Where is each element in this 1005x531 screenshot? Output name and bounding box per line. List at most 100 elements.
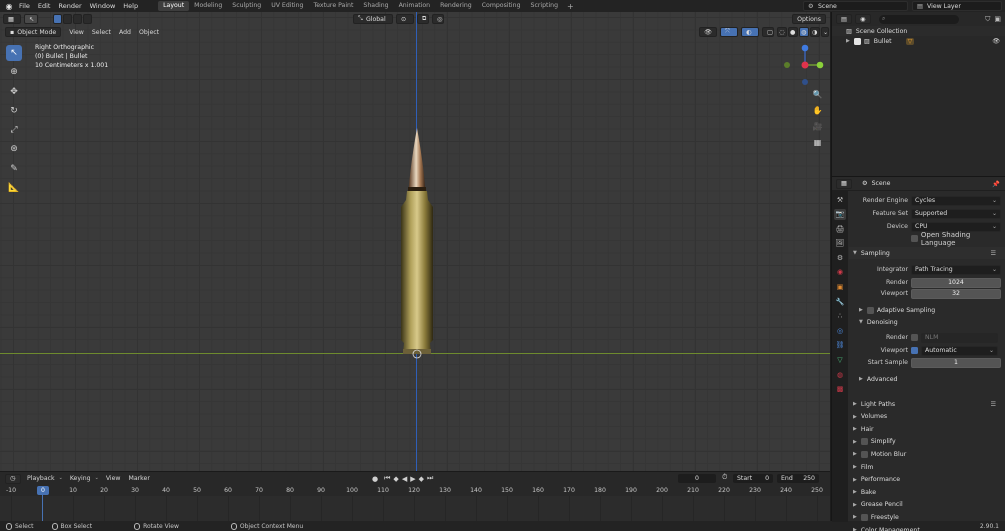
tab-rendering[interactable]: Rendering [435, 1, 477, 11]
osl-checkbox[interactable] [911, 235, 918, 242]
menu-render[interactable]: Render [54, 2, 85, 10]
filter-icon[interactable]: ⛉ [985, 15, 990, 24]
start-sample-field[interactable]: 1 [911, 357, 1001, 368]
outliner-search-input[interactable]: ⌕ [879, 14, 959, 24]
view-layer-tab-icon[interactable]: 🖼 [834, 238, 846, 249]
physics-tab-icon[interactable]: ◎ [834, 325, 846, 336]
presets-list-icon[interactable]: ☰ [990, 250, 996, 257]
tab-layout[interactable]: Layout [158, 1, 190, 11]
pan-hand-icon[interactable]: ✋ [811, 104, 824, 117]
transform-orientation-dropdown[interactable]: ⤡ Global [353, 14, 393, 24]
panel-header-bake[interactable]: ▶ Bake [849, 486, 1005, 498]
playhead-line[interactable] [42, 495, 43, 521]
xray-toggle-icon[interactable]: ▢ [762, 27, 774, 37]
shading-solid-icon[interactable]: ● [788, 27, 798, 37]
preview-range-icon[interactable]: ⏱ [722, 473, 727, 482]
panel-header-volumes[interactable]: ▶ Volumes [849, 411, 1005, 423]
menu-file[interactable]: File [15, 2, 34, 10]
panel-header-color-management[interactable]: ▶ Color Management [849, 524, 1005, 531]
advanced-header[interactable]: ▶ Advanced [849, 373, 1005, 385]
current-frame-field[interactable]: 0 [678, 474, 716, 483]
overlay-toggle-icon[interactable]: ◐ [741, 27, 759, 37]
properties-editor-type-button[interactable]: ▦ [836, 178, 852, 189]
rotate-tool-icon[interactable]: ↻ [6, 103, 22, 119]
include-checkbox[interactable] [853, 37, 861, 45]
viewport-menu-select[interactable]: Select [88, 29, 115, 36]
object-tab-icon[interactable]: ▣ [834, 282, 846, 293]
panel-header-simplify[interactable]: ▶ Simplify [849, 436, 1005, 448]
select-mode-button[interactable]: ↖ [24, 14, 38, 24]
playhead-frame-badge[interactable]: 0 [37, 486, 49, 495]
tab-modeling[interactable]: Modeling [189, 1, 227, 11]
select-box-mode-icon[interactable] [53, 14, 62, 24]
bullet-model[interactable] [398, 125, 436, 360]
annotate-tool-icon[interactable]: ✎ [6, 161, 22, 177]
select-extend-mode-icon[interactable] [63, 14, 72, 24]
viewport-samples-field[interactable]: 32 [911, 288, 1001, 299]
denoise-viewport-checkbox[interactable] [911, 347, 918, 354]
scene-selector[interactable]: ⚙ Scene [803, 1, 908, 11]
timeline-ruler[interactable]: -10 0 10 20 30 40 50 60 70 80 90 100 110 120 130 140 150… [0, 486, 830, 496]
integrator-dropdown[interactable]: Path Tracing ⌄ [911, 264, 1001, 275]
shading-material-icon[interactable]: ◍ [799, 27, 809, 37]
timeline-menu-marker[interactable]: Marker [125, 475, 154, 482]
expand-arrow-icon[interactable]: ▶ [846, 38, 850, 44]
outliner-editor-type-button[interactable]: ▤ [836, 14, 852, 24]
denoise-viewport-dropdown[interactable]: Automatic ⌄ [921, 345, 998, 356]
osl-row[interactable]: Open Shading Language [849, 231, 1005, 247]
tab-compositing[interactable]: Compositing [477, 1, 526, 11]
timeline-menu-keying[interactable]: Keying [66, 475, 95, 482]
snap-toggle-icon[interactable]: ⧉ [417, 14, 429, 24]
menu-window[interactable]: Window [86, 2, 120, 10]
render-tab-icon[interactable]: 📷 [834, 208, 846, 220]
panel-header-freestyle[interactable]: ▶ Freestyle [849, 511, 1005, 523]
viewport-menu-view[interactable]: View [65, 29, 88, 36]
panel-enable-checkbox[interactable] [860, 513, 868, 521]
panel-header-light-paths[interactable]: ▶ Light Paths ☰ [849, 398, 1005, 410]
select-invert-mode-icon[interactable] [83, 14, 92, 24]
world-tab-icon[interactable]: ◉ [834, 267, 846, 278]
outliner-display-mode-button[interactable]: ◉ [855, 14, 871, 24]
outliner-row-scene-collection[interactable]: ▨ Scene Collection [832, 26, 1005, 36]
viewport-menu-add[interactable]: Add [115, 29, 135, 36]
shading-options-icon[interactable]: ⌄ [821, 27, 829, 37]
adaptive-sampling-checkbox[interactable] [866, 306, 874, 314]
shading-rendered-icon[interactable]: ◑ [810, 27, 820, 37]
denoising-header[interactable]: ▼ Denoising [849, 316, 1005, 328]
tab-texture-paint[interactable]: Texture Paint [308, 1, 358, 11]
move-tool-icon[interactable]: ✥ [6, 84, 22, 100]
prev-keyframe-icon[interactable]: ◆ [393, 475, 398, 483]
render-engine-dropdown[interactable]: Cycles ⌄ [911, 195, 1001, 206]
zoom-icon[interactable]: 🔍 [811, 88, 824, 101]
pin-icon[interactable]: 📌 [992, 180, 1000, 188]
modifier-tab-icon[interactable]: 🔧 [834, 296, 846, 307]
pivot-point-dropdown[interactable]: ⊙ [396, 14, 414, 24]
feature-set-dropdown[interactable]: Supported ⌄ [911, 208, 1001, 219]
denoise-render-dropdown[interactable]: NLM [921, 332, 998, 343]
constraints-tab-icon[interactable]: ⛓ [834, 340, 846, 351]
editor-type-button[interactable]: ▦ [3, 14, 21, 24]
particles-tab-icon[interactable]: ∴ [834, 311, 846, 322]
tab-sculpting[interactable]: Sculpting [227, 1, 266, 11]
jump-end-icon[interactable]: ⏭ [427, 474, 433, 483]
scene-tab-icon[interactable]: ⚙ [834, 252, 846, 263]
end-frame-field[interactable]: End 250 [777, 474, 819, 483]
next-keyframe-icon[interactable]: ◆ [419, 475, 424, 483]
material-tab-icon[interactable]: ◍ [834, 369, 846, 380]
data-tab-icon[interactable]: ▽ [834, 355, 846, 366]
cursor-tool-icon[interactable]: ⊕ [6, 64, 22, 80]
outliner-row-bullet[interactable]: ▶ ▨ Bullet ▽ 👁 [832, 36, 1005, 46]
tab-animation[interactable]: Animation [394, 1, 436, 11]
jump-start-icon[interactable]: ⏮ [384, 474, 390, 483]
menu-help[interactable]: Help [119, 2, 142, 10]
sampling-panel-header[interactable]: ▼ Sampling ☰ [849, 247, 1005, 259]
panel-header-hair[interactable]: ▶ Hair [849, 423, 1005, 435]
play-icon[interactable]: ▶ [410, 475, 415, 483]
gizmo-toggle-icon[interactable]: ⤧ [720, 27, 738, 37]
visibility-eye-icon[interactable]: 👁 [992, 37, 1000, 45]
tab-shading[interactable]: Shading [358, 1, 393, 11]
navigation-gizmo[interactable] [783, 43, 827, 87]
panel-header-grease-pencil[interactable]: ▶ Grease Pencil [849, 499, 1005, 511]
denoise-render-checkbox[interactable] [911, 334, 918, 341]
new-collection-icon[interactable]: ▣ [994, 15, 1001, 23]
